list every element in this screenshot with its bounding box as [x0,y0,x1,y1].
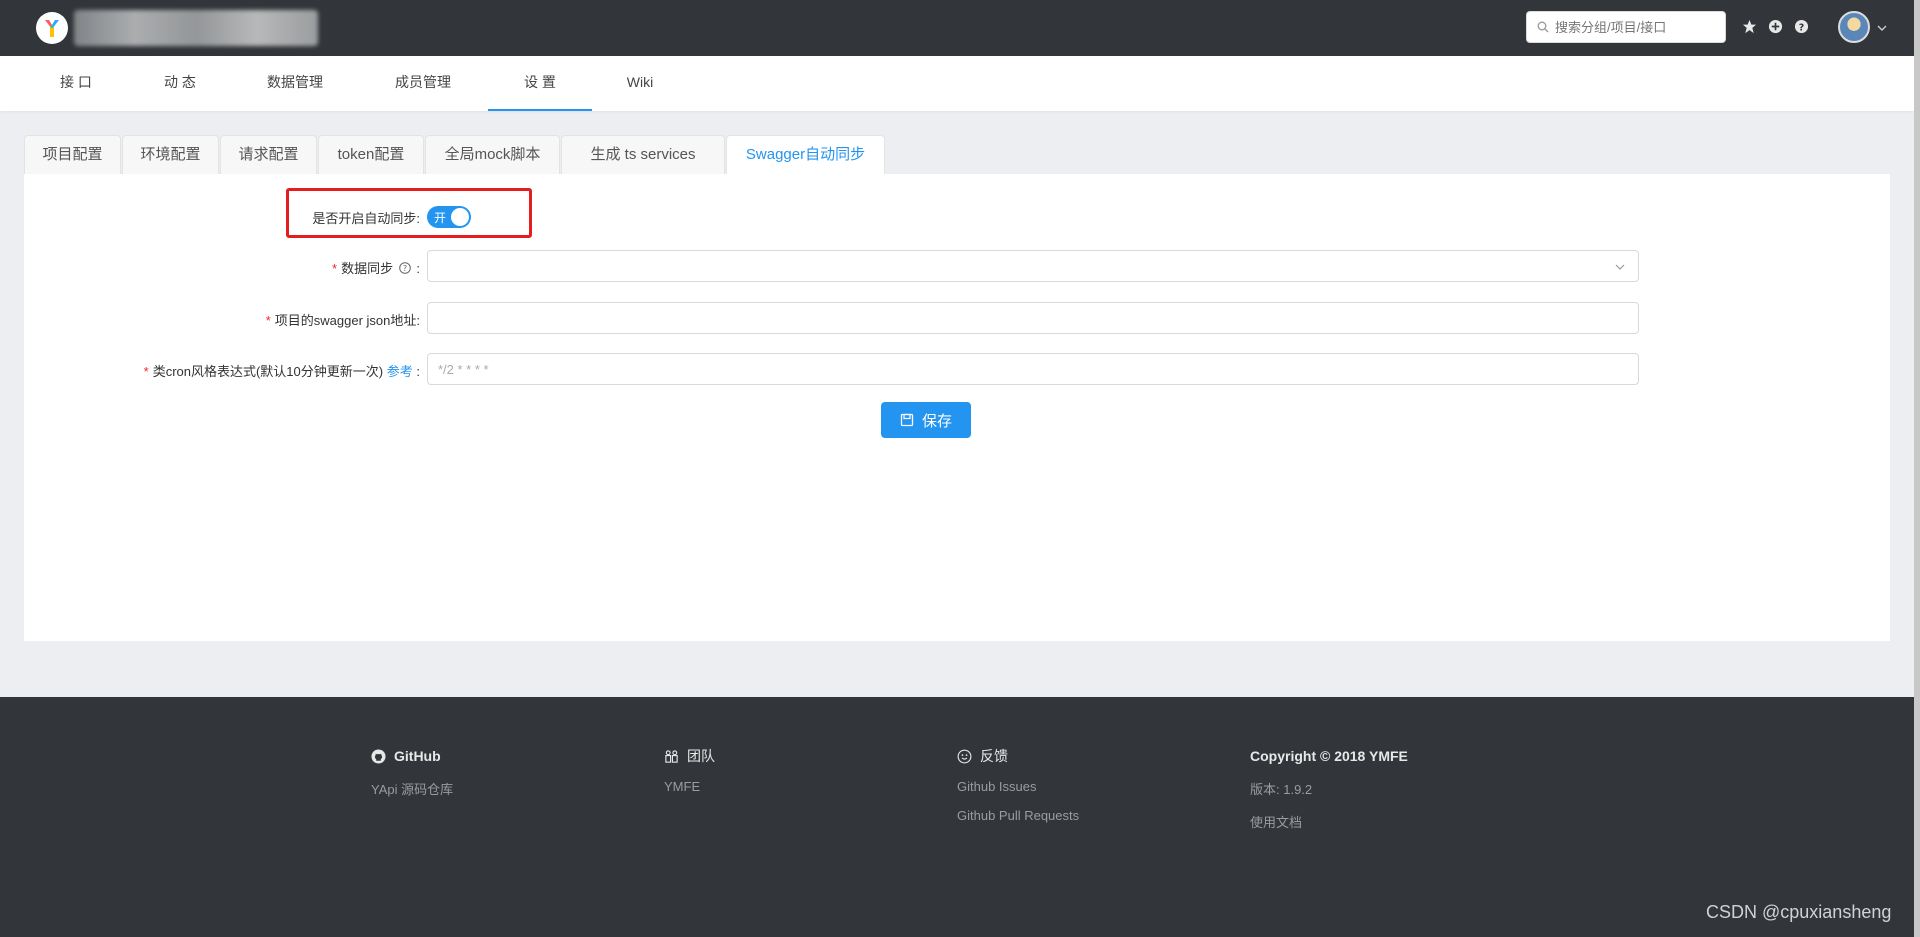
footer-team-title: 团队 [664,747,715,765]
nav-item-settings[interactable]: 设 置 [488,56,592,111]
save-button[interactable]: 保存 [881,402,971,438]
data-sync-label: * 数据同步 ? : [332,261,420,276]
data-sync-select-value[interactable] [428,251,1638,281]
footer-version: 版本: 1.9.2 [1250,782,1313,797]
nav-item-data-management[interactable]: 数据管理 [252,56,338,111]
team-icon [665,749,678,763]
page-footer: GitHub YApi 源码仓库 团队 YMFE 反馈 Github Issue… [0,697,1914,937]
footer-github-title: GitHub [371,747,453,765]
data-sync-select[interactable] [427,250,1639,282]
help-circle-icon[interactable]: ? [1792,17,1810,35]
tab-project-config[interactable]: 项目配置 [24,135,121,174]
auto-sync-label: 是否开启自动同步: [312,211,420,226]
blurred-breadcrumb [74,10,318,46]
github-icon [371,748,386,764]
top-header: ? [0,0,1914,56]
footer-col-feedback: 反馈 Github Issues Github Pull Requests [957,747,1079,823]
swagger-url-input[interactable] [428,303,1638,333]
tab-swagger-auto-sync[interactable]: Swagger自动同步 [726,135,885,175]
yapi-logo-icon [45,20,59,37]
tab-token-config[interactable]: token配置 [318,135,424,174]
nav-item-interface[interactable]: 接 口 [42,56,110,111]
cron-label: * 类cron风格表达式(默认10分钟更新一次) 参考 : [143,364,420,379]
cron-reference-link[interactable]: 参考 [387,364,413,379]
footer-col-github: GitHub YApi 源码仓库 [371,747,453,798]
save-icon [900,413,914,427]
svg-text:?: ? [403,264,407,273]
tab-request-config[interactable]: 请求配置 [220,135,317,174]
nav-item-member-management[interactable]: 成员管理 [380,56,466,111]
global-search[interactable] [1526,11,1726,43]
cron-input[interactable] [428,354,1638,384]
footer-link-github-prs[interactable]: Github Pull Requests [957,808,1079,823]
tab-global-mock-script[interactable]: 全局mock脚本 [425,135,560,174]
auto-sync-switch[interactable]: 开 [427,206,471,228]
footer-feedback-title: 反馈 [957,747,1079,765]
page-scrollbar[interactable] [1914,0,1920,937]
chevron-down-icon [1615,264,1625,270]
swagger-url-field[interactable] [427,302,1639,334]
footer-link-yapi-repo[interactable]: YApi 源码仓库 [371,779,453,798]
footer-col-copyright: Copyright © 2018 YMFE 版本: 1.9.2 使用文档 [1250,747,1408,831]
cron-field[interactable] [427,353,1639,385]
footer-col-team: 团队 YMFE [664,747,715,794]
svg-text:?: ? [1798,22,1803,33]
feedback-smile-icon [957,749,972,763]
csdn-watermark: CSDN @cpuxiansheng [1706,902,1892,922]
search-icon [1537,21,1549,33]
chevron-down-icon[interactable] [1876,22,1888,34]
question-circle-icon[interactable]: ? [398,262,411,274]
footer-link-docs[interactable]: 使用文档 [1250,812,1408,831]
project-nav: 接 口 动 态 数据管理 成员管理 设 置 Wiki [0,56,1914,111]
search-input[interactable] [1555,19,1715,35]
nav-item-activity[interactable]: 动 态 [146,56,214,111]
tab-ts-services[interactable]: 生成 ts services [561,135,725,174]
save-button-label: 保存 [921,412,952,430]
star-icon[interactable] [1740,17,1758,35]
switch-knob [451,208,469,226]
nav-item-wiki[interactable]: Wiki [610,56,670,111]
add-circle-icon[interactable] [1766,17,1784,35]
swagger-url-label: * 项目的swagger json地址: [265,313,420,328]
footer-link-ymfe[interactable]: YMFE [664,779,715,794]
tab-env-config[interactable]: 环境配置 [122,135,219,174]
yapi-logo[interactable] [36,12,68,44]
user-avatar[interactable] [1838,11,1870,43]
scrollbar-thumb[interactable] [1914,0,1920,937]
footer-copyright: Copyright © 2018 YMFE [1250,748,1408,764]
switch-state-text: 开 [434,211,447,225]
footer-link-github-issues[interactable]: Github Issues [957,779,1079,794]
